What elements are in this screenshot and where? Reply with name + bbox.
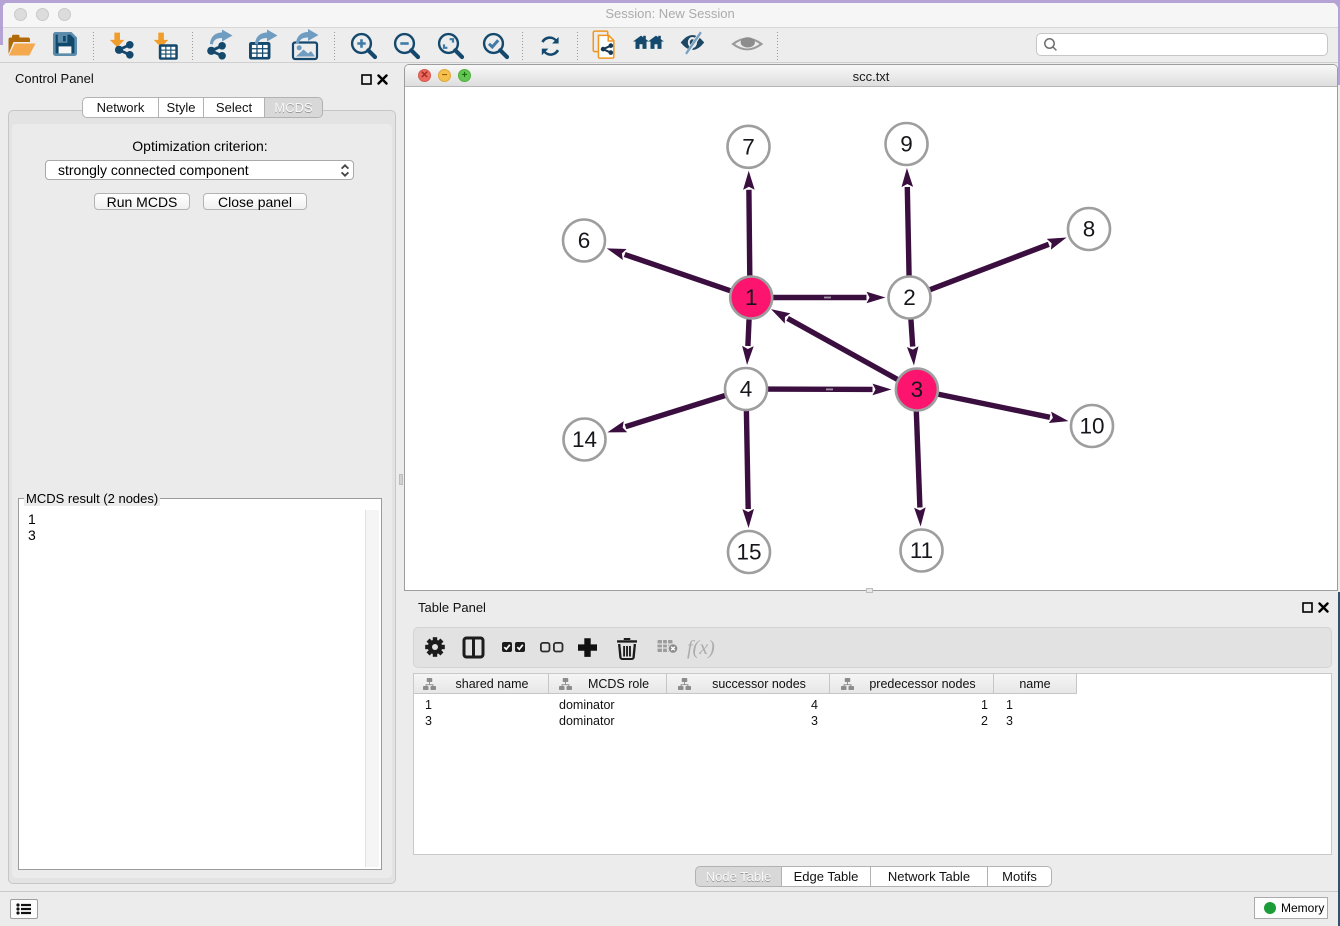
svg-text:10: 10	[1079, 414, 1104, 439]
svg-text:4: 4	[740, 377, 753, 402]
svg-text:1: 1	[745, 285, 758, 310]
svg-text:14: 14	[572, 427, 597, 452]
svg-text:8: 8	[1083, 217, 1096, 242]
svg-text:9: 9	[900, 132, 913, 157]
svg-text:3: 3	[911, 377, 924, 402]
svg-text:6: 6	[578, 228, 591, 253]
svg-text:f(x): f(x)	[687, 637, 715, 659]
svg-text:15: 15	[736, 540, 761, 565]
svg-text:11: 11	[910, 538, 933, 563]
svg-text:2: 2	[903, 285, 916, 310]
svg-text:7: 7	[742, 134, 755, 159]
